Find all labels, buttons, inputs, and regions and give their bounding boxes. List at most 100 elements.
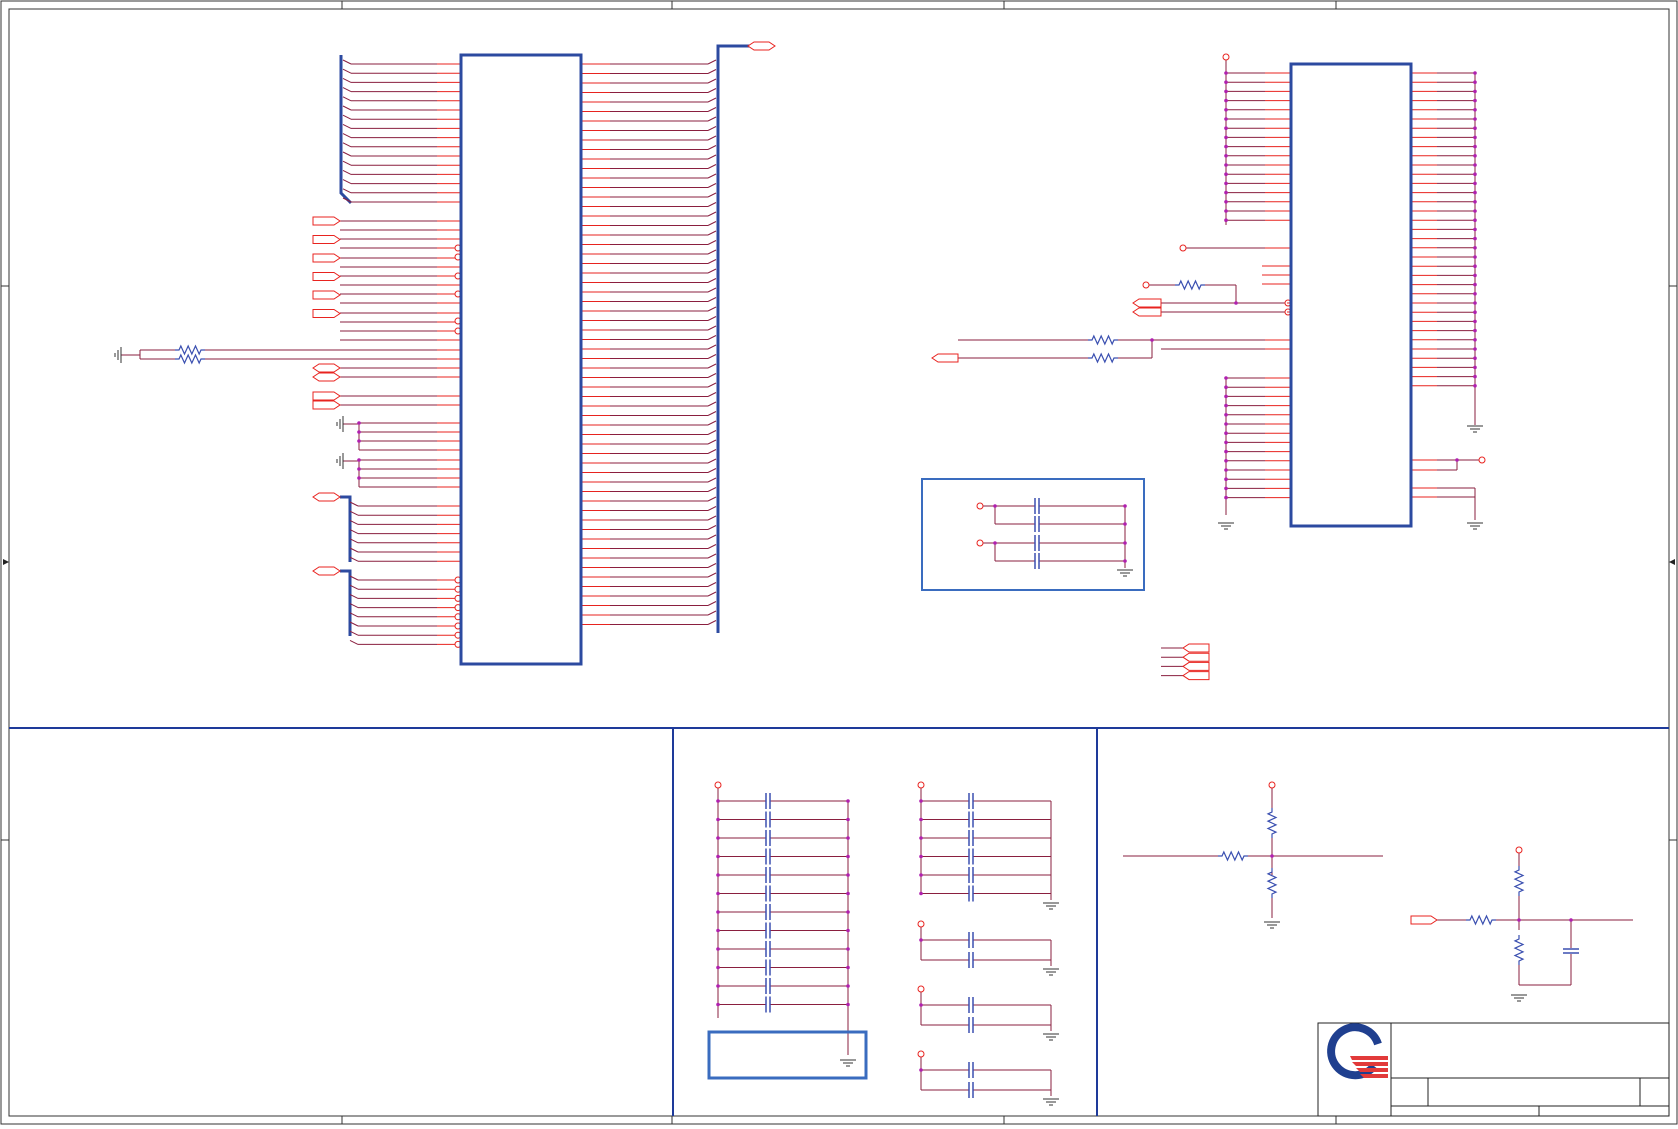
power-terminal [1515,846,1523,854]
junction-dot [1224,89,1228,94]
junction-dot [1224,486,1228,491]
junction-dot [1473,264,1477,269]
port-icon [931,353,959,363]
wire [342,77,352,83]
wire [342,105,352,111]
junction-dot [1224,218,1228,222]
decoupling-group-box [921,478,1145,591]
capacitor-icon [765,811,771,828]
wire [707,173,717,179]
power-terminal [1268,781,1276,789]
junction-dot [1473,227,1477,232]
junction-dot [1224,135,1228,140]
wire [707,544,717,549]
junction-dot [1473,98,1477,103]
wire [707,240,717,245]
junction-dot [716,947,720,951]
wire-layer [121,44,1633,1096]
component-layer [114,41,1579,1106]
junction-dot [1150,338,1154,342]
pin-layer [357,53,1573,1072]
port-icon [312,372,341,382]
wire [707,610,717,616]
power-terminal [1179,244,1187,252]
wire [707,363,717,369]
junction-dot [1473,89,1477,94]
resistor-icon [175,344,205,356]
capacitor-icon [968,885,974,902]
junction-dot [919,799,923,803]
wire [707,230,717,236]
junction-dot [357,439,361,443]
capacitor-icon [765,978,771,994]
wire [707,325,717,331]
wire [342,179,352,185]
junction-dot [846,854,850,859]
junction-dot [1473,310,1477,315]
ground-icon [1264,921,1280,929]
junction-dot [1224,209,1228,213]
wire [342,142,352,148]
capacitor-icon [765,922,771,939]
junction-dot [1473,347,1477,351]
wire [707,78,717,84]
capacitor-icon [765,885,771,902]
wire [707,563,717,568]
company-logo-icon [1327,1023,1388,1080]
wire [707,392,717,397]
resistor-body [1513,935,1525,965]
junction-dot [919,817,923,822]
junction-dot [846,1002,850,1007]
junction-dot [716,1002,720,1007]
junction-dot [1224,154,1228,158]
junction-dot [1224,163,1228,167]
wire [707,126,717,131]
junction-dot [1123,504,1127,508]
wire [707,487,717,492]
junction-dot [716,984,720,988]
junction-dot [716,817,720,822]
resistor-icon [1266,808,1278,838]
junction-dot [993,504,997,508]
junction-dot [357,467,361,471]
frame-arrows [3,559,1675,565]
junction-dot [1234,301,1238,305]
junction-dot [846,817,850,822]
junction-dot [1473,374,1477,379]
wire [342,68,352,74]
junction-dot [716,836,720,840]
port-icon [1182,652,1210,662]
wire [707,88,717,93]
resistor-body [1266,808,1278,838]
junction-dot [846,836,850,840]
junction-dot [1224,422,1228,426]
ground-icon [114,347,122,363]
junction-dot [1473,190,1477,195]
power-terminal [976,539,984,547]
resistor-icon [1218,850,1248,862]
junction-dot [1473,301,1477,305]
resistor-body [1088,334,1118,346]
junction-dot [1224,459,1228,463]
junction-dot [1473,144,1477,149]
wire [342,169,352,175]
junction-dot [1224,108,1228,112]
wire [707,221,717,226]
junction-dot [716,854,720,859]
junction-dot [1473,80,1477,84]
wire [707,335,717,340]
resistor-icon [1088,352,1118,364]
junction-dot [1224,71,1228,75]
capacitor-icon [1563,948,1579,954]
junction-dot [1224,80,1228,84]
power-terminal [714,781,722,789]
wire [707,259,717,264]
capacitor-icon [765,996,771,1013]
wire [707,553,717,559]
ground-icon [1117,569,1133,577]
wire [707,306,717,312]
junction-dot [1473,209,1477,213]
junction-dot [1473,172,1477,176]
capacitor-icon [968,1082,974,1098]
junction-dot [1224,200,1228,204]
